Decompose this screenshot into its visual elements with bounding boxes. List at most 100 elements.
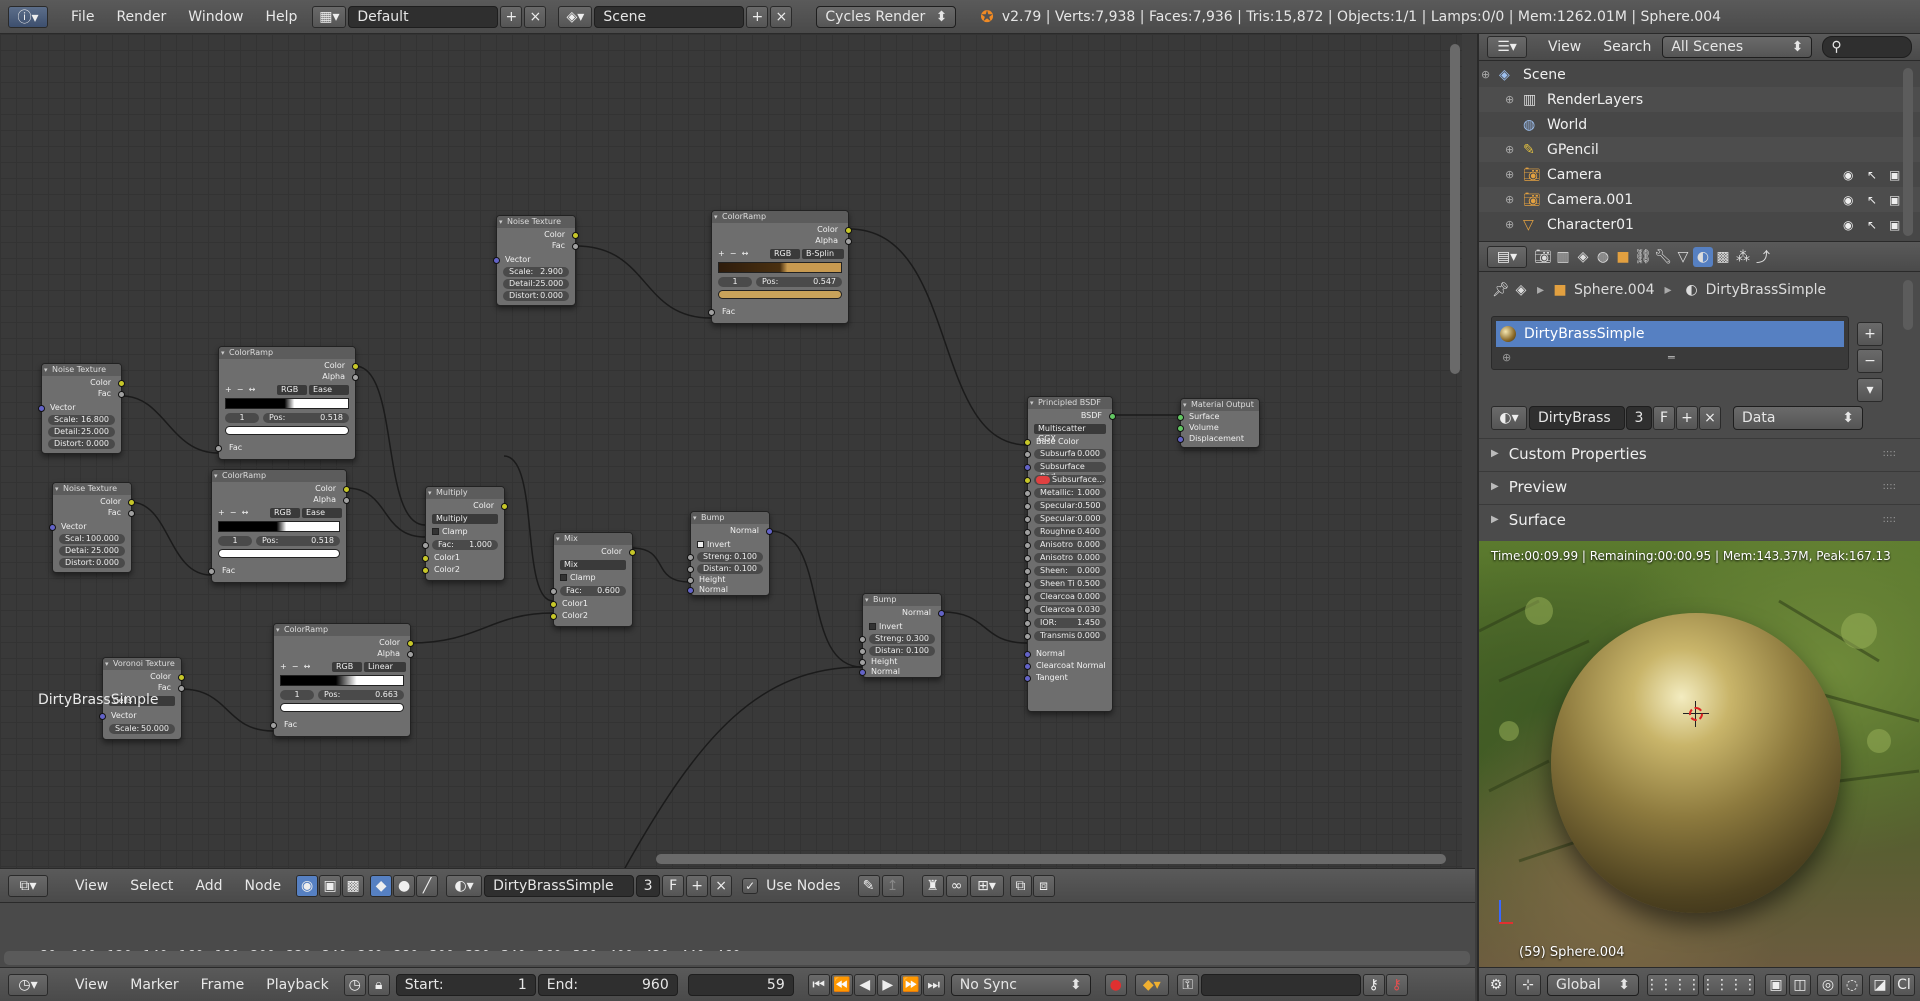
outliner-row[interactable]: ⊕ ◈ Scene — [1479, 62, 1920, 87]
color-ramp-gradient[interactable] — [280, 675, 404, 686]
particles-tab-icon[interactable]: ⁂ — [1733, 247, 1753, 267]
fake-user-button[interactable]: F — [1653, 406, 1675, 430]
remove-scene-button[interactable]: × — [770, 5, 793, 28]
socket-input-surface[interactable] — [1177, 414, 1184, 421]
node-colorramp-1[interactable]: ColorRamp Color Alpha + − ↔ RGB Ease 1 P… — [215, 346, 359, 460]
scene-icon[interactable]: ◈▾ — [558, 5, 593, 28]
add-material-slot-button[interactable]: + — [1857, 322, 1883, 346]
bsdf-field[interactable]: Metallic: 1.000 — [1034, 488, 1106, 498]
socket-input-height[interactable] — [687, 577, 694, 584]
bsdf-field[interactable]: Subsurfa 0.000 — [1034, 449, 1106, 459]
render-toggle-icon[interactable]: ▣ — [1889, 168, 1900, 182]
socket-input-distance[interactable] — [859, 648, 866, 655]
menu-view[interactable]: View — [1537, 39, 1592, 55]
expand-icon[interactable]: ⊕ — [1505, 143, 1514, 156]
scale-field[interactable]: Scale: 50.000 — [109, 724, 175, 734]
socket-output-fac[interactable] — [128, 510, 135, 517]
menu-view[interactable]: View — [64, 977, 119, 993]
drag-handle-icon[interactable]: :::: — [1883, 481, 1896, 492]
ramp-color-swatch[interactable] — [718, 290, 842, 299]
proportional-edit-icon[interactable]: ◎ — [1817, 973, 1839, 996]
detail-field[interactable]: Detai: 25.000 — [59, 546, 125, 556]
socket-input-fac[interactable] — [422, 542, 429, 549]
socket-input-fac[interactable] — [708, 309, 715, 316]
node-colorramp-4[interactable]: ColorRamp Color Alpha + − ↔ RGB B-Splin … — [708, 210, 852, 324]
socket-input[interactable] — [1024, 633, 1031, 640]
ramp-index-field[interactable]: 1 — [718, 277, 752, 287]
socket-output-color[interactable] — [343, 486, 350, 493]
timeline-editor-icon[interactable]: ◷▾ — [8, 973, 48, 996]
paste-nodes-icon[interactable]: ⧈ — [1032, 874, 1055, 897]
socket-output-fac[interactable] — [572, 243, 579, 250]
ramp-mode-dropdown[interactable]: RGB — [277, 385, 307, 395]
socket-input[interactable] — [1024, 477, 1031, 484]
menu-help[interactable]: Help — [254, 9, 308, 25]
socket-input-vector[interactable] — [49, 524, 56, 531]
outliner-editor-icon[interactable]: ☰▾ — [1487, 36, 1527, 58]
layers-grid-icon[interactable]: ⋮⋮⋮⋮ — [1645, 973, 1701, 996]
outliner-scrollbar[interactable] — [1903, 68, 1913, 236]
snap-icon[interactable]: ⊞▾ — [969, 874, 1004, 897]
menu-file[interactable]: File — [60, 9, 105, 25]
select-arrow-icon[interactable]: ↖ — [1867, 193, 1877, 207]
select-arrow-icon[interactable]: ↖ — [1867, 168, 1877, 182]
ramp-tools[interactable]: + − ↔ — [225, 385, 255, 395]
socket-input[interactable] — [1024, 581, 1031, 588]
distortion-field[interactable]: Distort: 0.000 — [59, 558, 125, 568]
socket-output-color[interactable] — [407, 640, 414, 647]
fac-field[interactable]: Fac: 1.000 — [432, 540, 498, 550]
material-slot-item[interactable]: DirtyBrassSimple — [1496, 321, 1844, 347]
render-preview-icon[interactable]: ◪ — [1869, 973, 1891, 996]
drag-handle-icon[interactable]: :::: — [1883, 448, 1896, 459]
socket-input-fac[interactable] — [215, 445, 222, 452]
expand-icon[interactable]: ⊕ — [1481, 68, 1490, 81]
object-shader-icon[interactable]: ◆ — [370, 874, 393, 897]
auto-offset-icon[interactable]: ∞ — [945, 874, 968, 897]
jump-end-icon[interactable]: ⏭ — [922, 973, 945, 996]
layers-grid-2-icon[interactable]: ⋮⋮⋮⋮ — [1701, 973, 1757, 996]
bsdf-field[interactable]: Transmis 0.000 — [1034, 631, 1106, 641]
ramp-color-swatch[interactable] — [280, 703, 404, 712]
socket-output-fac[interactable] — [118, 391, 125, 398]
info-editor-icon[interactable]: ⓘ▾ — [8, 5, 48, 28]
object-tab-icon[interactable]: ■ — [1613, 247, 1633, 267]
backdrop-icon[interactable]: ♜ — [921, 874, 944, 897]
bsdf-field[interactable]: Anisotro 0.000 — [1034, 553, 1106, 563]
resize-handle-icon[interactable]: ═ — [1668, 351, 1675, 364]
material-users-count[interactable]: 3 — [636, 874, 661, 897]
outliner-row[interactable]: ⊕ ✎ GPencil — [1479, 137, 1920, 162]
socket-output-color[interactable] — [118, 380, 125, 387]
menu-playback[interactable]: Playback — [255, 977, 339, 993]
shader-node-icon[interactable]: ◉ — [296, 874, 319, 897]
eye-icon[interactable]: ◉ — [1843, 218, 1853, 232]
ramp-interpolation-dropdown[interactable]: Ease — [309, 385, 349, 395]
distance-field[interactable]: Distan: 0.100 — [697, 564, 763, 574]
strength-field[interactable]: Streng: 0.300 — [869, 634, 935, 644]
socket-input[interactable] — [1024, 555, 1031, 562]
distortion-field[interactable]: Distort: 0.000 — [48, 439, 115, 449]
preview-range-icon[interactable]: ◷ — [343, 973, 366, 996]
socket-input-color2[interactable] — [422, 567, 429, 574]
eye-icon[interactable]: ◉ — [1843, 168, 1853, 182]
node-editor-v-scrollbar[interactable] — [1450, 44, 1460, 374]
menu-render[interactable]: Render — [105, 9, 177, 25]
lock-icon[interactable]: 🔒︎ — [367, 973, 390, 996]
ramp-mode-dropdown[interactable]: RGB — [332, 662, 362, 672]
ramp-position-field[interactable]: Pos: 0.663 — [318, 690, 404, 700]
pin-icon[interactable]: ✎ — [857, 874, 880, 897]
material-name-field[interactable]: DirtyBrassSimple — [484, 874, 635, 897]
socket-input-displacement[interactable] — [1177, 436, 1184, 443]
compositing-node-icon[interactable]: ▣ — [319, 874, 342, 897]
transform-orientation-dropdown[interactable]: Global ⬍ — [1547, 973, 1639, 996]
bsdf-field[interactable]: Clearcoa 0.000 — [1034, 592, 1106, 602]
add-scene-button[interactable]: + — [746, 5, 769, 28]
socket-input[interactable] — [1024, 516, 1031, 523]
node-editor-h-scrollbar[interactable] — [656, 854, 1446, 864]
play-icon[interactable]: ▶ — [876, 973, 899, 996]
node-bump-1[interactable]: Bump Normal Invert Streng:0.100 Distan:0… — [687, 511, 773, 596]
socket-input-clearcoat-normal[interactable] — [1024, 663, 1031, 670]
menu-node[interactable]: Node — [234, 878, 293, 894]
subsurface-color-swatch[interactable] — [1036, 476, 1050, 484]
bsdf-field[interactable]: Subsurface Rad... — [1034, 462, 1106, 481]
socket-output-color[interactable] — [128, 499, 135, 506]
